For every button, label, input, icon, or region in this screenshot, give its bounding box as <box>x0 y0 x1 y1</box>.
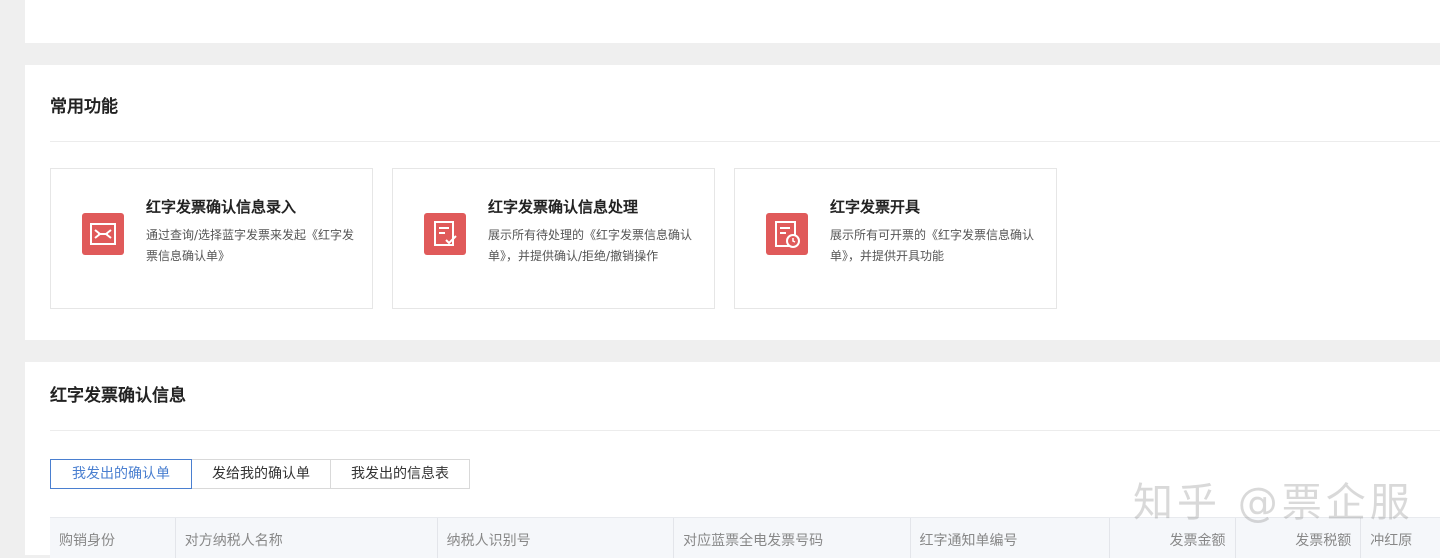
card-red-invoice-issue[interactable]: 红字发票开具 展示所有可开票的《红字发票信息确认单》，并提供开具功能 <box>734 168 1057 309</box>
card-description: 通过查询/选择蓝字发票来发起《红字发票信息确认单》 <box>146 228 355 263</box>
card-title: 红字发票确认信息录入 <box>146 198 297 216</box>
card-title: 红字发票开具 <box>830 198 921 216</box>
exchange-doc-icon <box>82 213 124 255</box>
divider <box>50 141 1440 142</box>
confirmation-info-title: 红字发票确认信息 <box>50 386 186 406</box>
column-header[interactable]: 红字通知单编号 <box>911 518 1110 558</box>
common-functions-title: 常用功能 <box>50 97 118 117</box>
card-red-invoice-entry[interactable]: 红字发票确认信息录入 通过查询/选择蓝字发票来发起《红字发票信息确认单》 <box>50 168 373 309</box>
doc-check-icon <box>424 213 466 255</box>
column-header[interactable]: 对方纳税人名称 <box>176 518 438 558</box>
card-description: 展示所有待处理的《红字发票信息确认单》，并提供确认/拒绝/撤销操作 <box>488 228 693 263</box>
card-description: 展示所有可开票的《红字发票信息确认单》，并提供开具功能 <box>830 228 1035 263</box>
card-red-invoice-processing[interactable]: 红字发票确认信息处理 展示所有待处理的《红字发票信息确认单》，并提供确认/拒绝/… <box>392 168 715 309</box>
column-header[interactable]: 购销身份 <box>50 518 176 558</box>
tab-bar: 我发出的确认单 发给我的确认单 我发出的信息表 <box>50 459 470 489</box>
tab-my-sent-info-tables[interactable]: 我发出的信息表 <box>330 459 470 489</box>
doc-clock-icon <box>766 213 808 255</box>
watermark: 知乎 @票企服 <box>1133 480 1414 526</box>
column-header[interactable]: 对应蓝票全电发票号码 <box>674 518 911 558</box>
tab-received-confirmations[interactable]: 发给我的确认单 <box>191 459 331 489</box>
column-header[interactable]: 纳税人识别号 <box>438 518 675 558</box>
card-title: 红字发票确认信息处理 <box>488 198 639 216</box>
tab-my-sent-confirmations[interactable]: 我发出的确认单 <box>50 459 192 489</box>
divider <box>50 430 1440 431</box>
common-functions-panel: 常用功能 红字发票确认信息录入 通过查询/选择蓝字发票来发起《红字发票信息确认单… <box>25 65 1440 340</box>
top-panel <box>25 0 1440 43</box>
